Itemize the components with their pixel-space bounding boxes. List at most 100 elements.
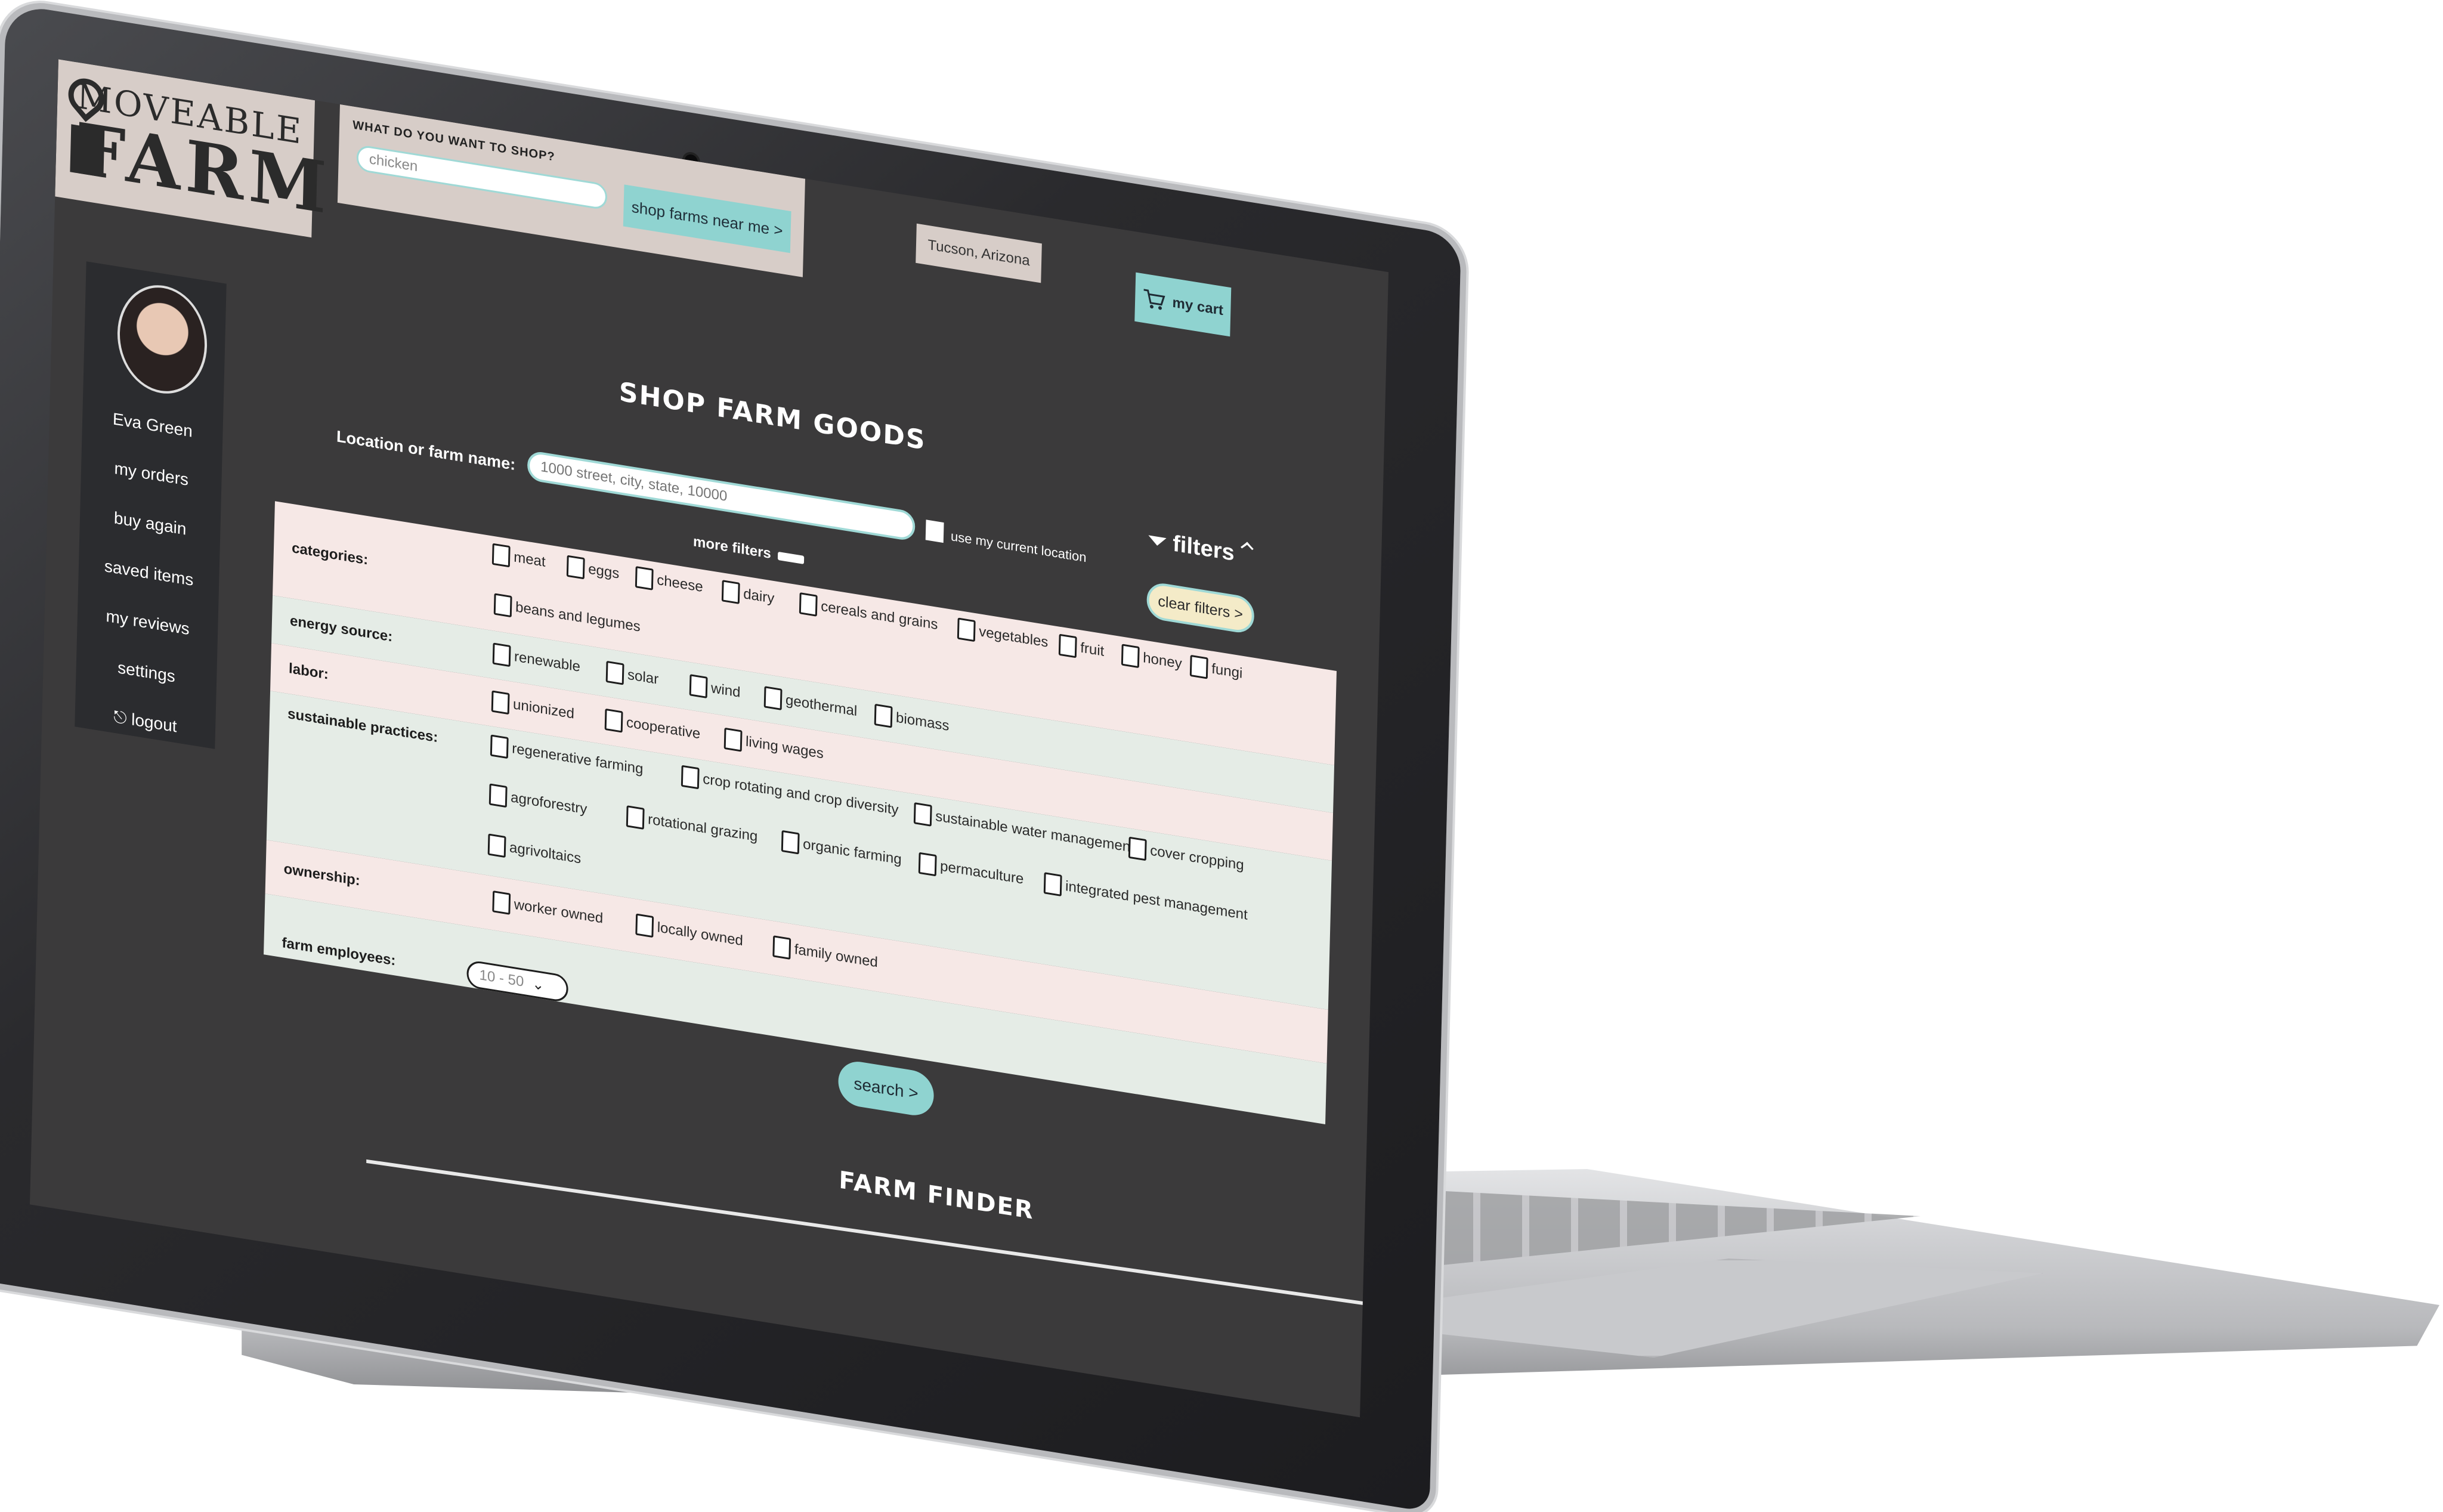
checkbox[interactable] [799,592,818,617]
logout-icon: ⎋ [113,707,127,728]
checkbox[interactable] [918,852,937,877]
filter-option[interactable]: solar [605,660,659,691]
option-label: cheese [656,571,703,596]
checkbox[interactable] [689,674,708,698]
more-filters-toggle[interactable] [777,551,805,564]
checkbox[interactable] [604,708,623,733]
user-name: Eva Green [112,409,193,441]
checkbox[interactable] [1189,654,1208,679]
checkbox[interactable] [957,617,976,642]
checkbox[interactable] [490,734,509,759]
option-label: solar [627,666,659,688]
cart-label: my cart [1172,294,1224,319]
filter-option[interactable]: organic farming [781,830,902,871]
quick-shop-input[interactable] [356,144,608,211]
option-label: organic farming [802,836,902,868]
filter-option[interactable]: meat [491,543,546,573]
use-current-location-checkbox[interactable] [925,520,944,543]
checkbox[interactable] [781,830,800,855]
sidebar-item-settings[interactable]: settings [76,651,217,693]
filter-option[interactable]: worker owned [492,890,604,930]
avatar[interactable] [116,279,209,400]
filter-option[interactable]: honey [1121,644,1182,675]
account-sidebar: Eva Green my orders buy again saved item… [75,261,227,749]
checkbox[interactable] [721,580,740,604]
filter-option[interactable]: cooperative [604,708,701,746]
employees-selected-value: 10 - 50 [479,966,524,990]
sidebar-item-buy-again[interactable]: buy again [80,503,221,545]
checkbox[interactable] [492,642,511,667]
filter-option[interactable]: fruit [1058,633,1105,663]
checkbox[interactable] [681,765,700,790]
filters-toggle[interactable]: ⏷ filters ⌃ [1148,527,1254,570]
checkbox[interactable] [487,833,506,858]
filter-option[interactable]: geothermal [763,686,858,722]
search-button[interactable]: search > [837,1058,935,1119]
checkbox[interactable] [605,660,624,685]
sidebar-item-my-reviews[interactable]: my reviews [78,602,218,644]
filter-option[interactable]: vegetables [957,617,1049,653]
option-label: wind [710,679,741,701]
filter-option[interactable]: living wages [723,727,824,765]
current-location-badge[interactable]: Tucson, Arizona [916,223,1042,283]
site-logo[interactable]: MOVEABLE FARM [55,59,332,238]
laptop-bezel: MOVEABLE FARM WHAT DO YOU WANT TO SHOP? … [0,3,1461,1512]
cart-button[interactable]: my cart [1134,272,1232,337]
filter-option[interactable]: rotational grazing [626,805,758,848]
checkbox[interactable] [1043,872,1062,896]
filter-option[interactable]: wind [689,674,741,704]
checkbox[interactable] [635,566,654,590]
filter-option[interactable]: cheese [635,566,703,598]
funnel-icon: ⏷ [1148,527,1167,555]
checkbox[interactable] [493,593,512,618]
checkbox[interactable] [1128,836,1147,861]
filters-label: filters [1172,531,1235,566]
filter-option[interactable]: beans and legumes [493,593,641,638]
filter-option[interactable]: cereals and grains [799,592,938,636]
filter-option[interactable]: family owned [772,935,878,973]
filter-option[interactable]: dairy [721,580,775,610]
filter-option[interactable]: integrated pest management [1043,872,1248,926]
farm-finder-title: FARM FINDER [838,1166,1035,1225]
filter-label-ownership: ownership: [283,861,361,889]
checkbox[interactable] [723,727,743,752]
option-label: beans and legumes [515,599,641,635]
filter-option[interactable]: eggs [566,555,620,585]
quick-shop-panel: WHAT DO YOU WANT TO SHOP? shop farms nea… [337,104,805,277]
checkbox[interactable] [566,555,585,580]
clear-filters-button[interactable]: clear filters > [1146,580,1255,635]
option-label: family owned [794,941,879,971]
option-label: fruit [1080,639,1105,660]
checkbox[interactable] [635,913,654,938]
checkbox[interactable] [488,783,508,808]
filter-option[interactable]: fungi [1189,654,1243,685]
sidebar-item-saved-items[interactable]: saved items [79,552,219,594]
checkbox[interactable] [1121,644,1140,669]
checkbox[interactable] [491,543,511,568]
filter-option[interactable]: renewable [492,642,581,678]
checkbox[interactable] [1058,633,1077,658]
chevron-down-icon: ⌄ [531,975,545,994]
checkbox[interactable] [491,690,510,715]
location-input[interactable] [527,450,916,542]
sidebar-item-logout[interactable]: ⎋ logout [75,701,216,743]
filter-label-categories: categories: [291,540,369,568]
option-label: renewable [514,648,581,675]
shop-farms-near-me-button[interactable]: shop farms near me > [623,184,791,253]
checkbox[interactable] [492,890,511,915]
checkbox[interactable] [913,802,932,827]
sidebar-item-my-orders[interactable]: my orders [81,453,222,495]
checkbox[interactable] [626,805,645,830]
checkbox[interactable] [874,703,893,728]
filter-option[interactable]: agroforestry [488,783,587,820]
checkbox[interactable] [772,935,791,960]
filter-option[interactable]: agrivoltaics [487,833,582,870]
filter-option[interactable]: permaculture [918,852,1024,890]
option-label: unionized [512,696,575,722]
option-label: rotational grazing [647,811,758,845]
checkbox[interactable] [763,686,783,710]
option-label: meat [513,549,546,570]
filter-option[interactable]: unionized [491,690,575,725]
filter-option[interactable]: locally owned [635,913,743,952]
filter-option[interactable]: biomass [874,703,950,737]
